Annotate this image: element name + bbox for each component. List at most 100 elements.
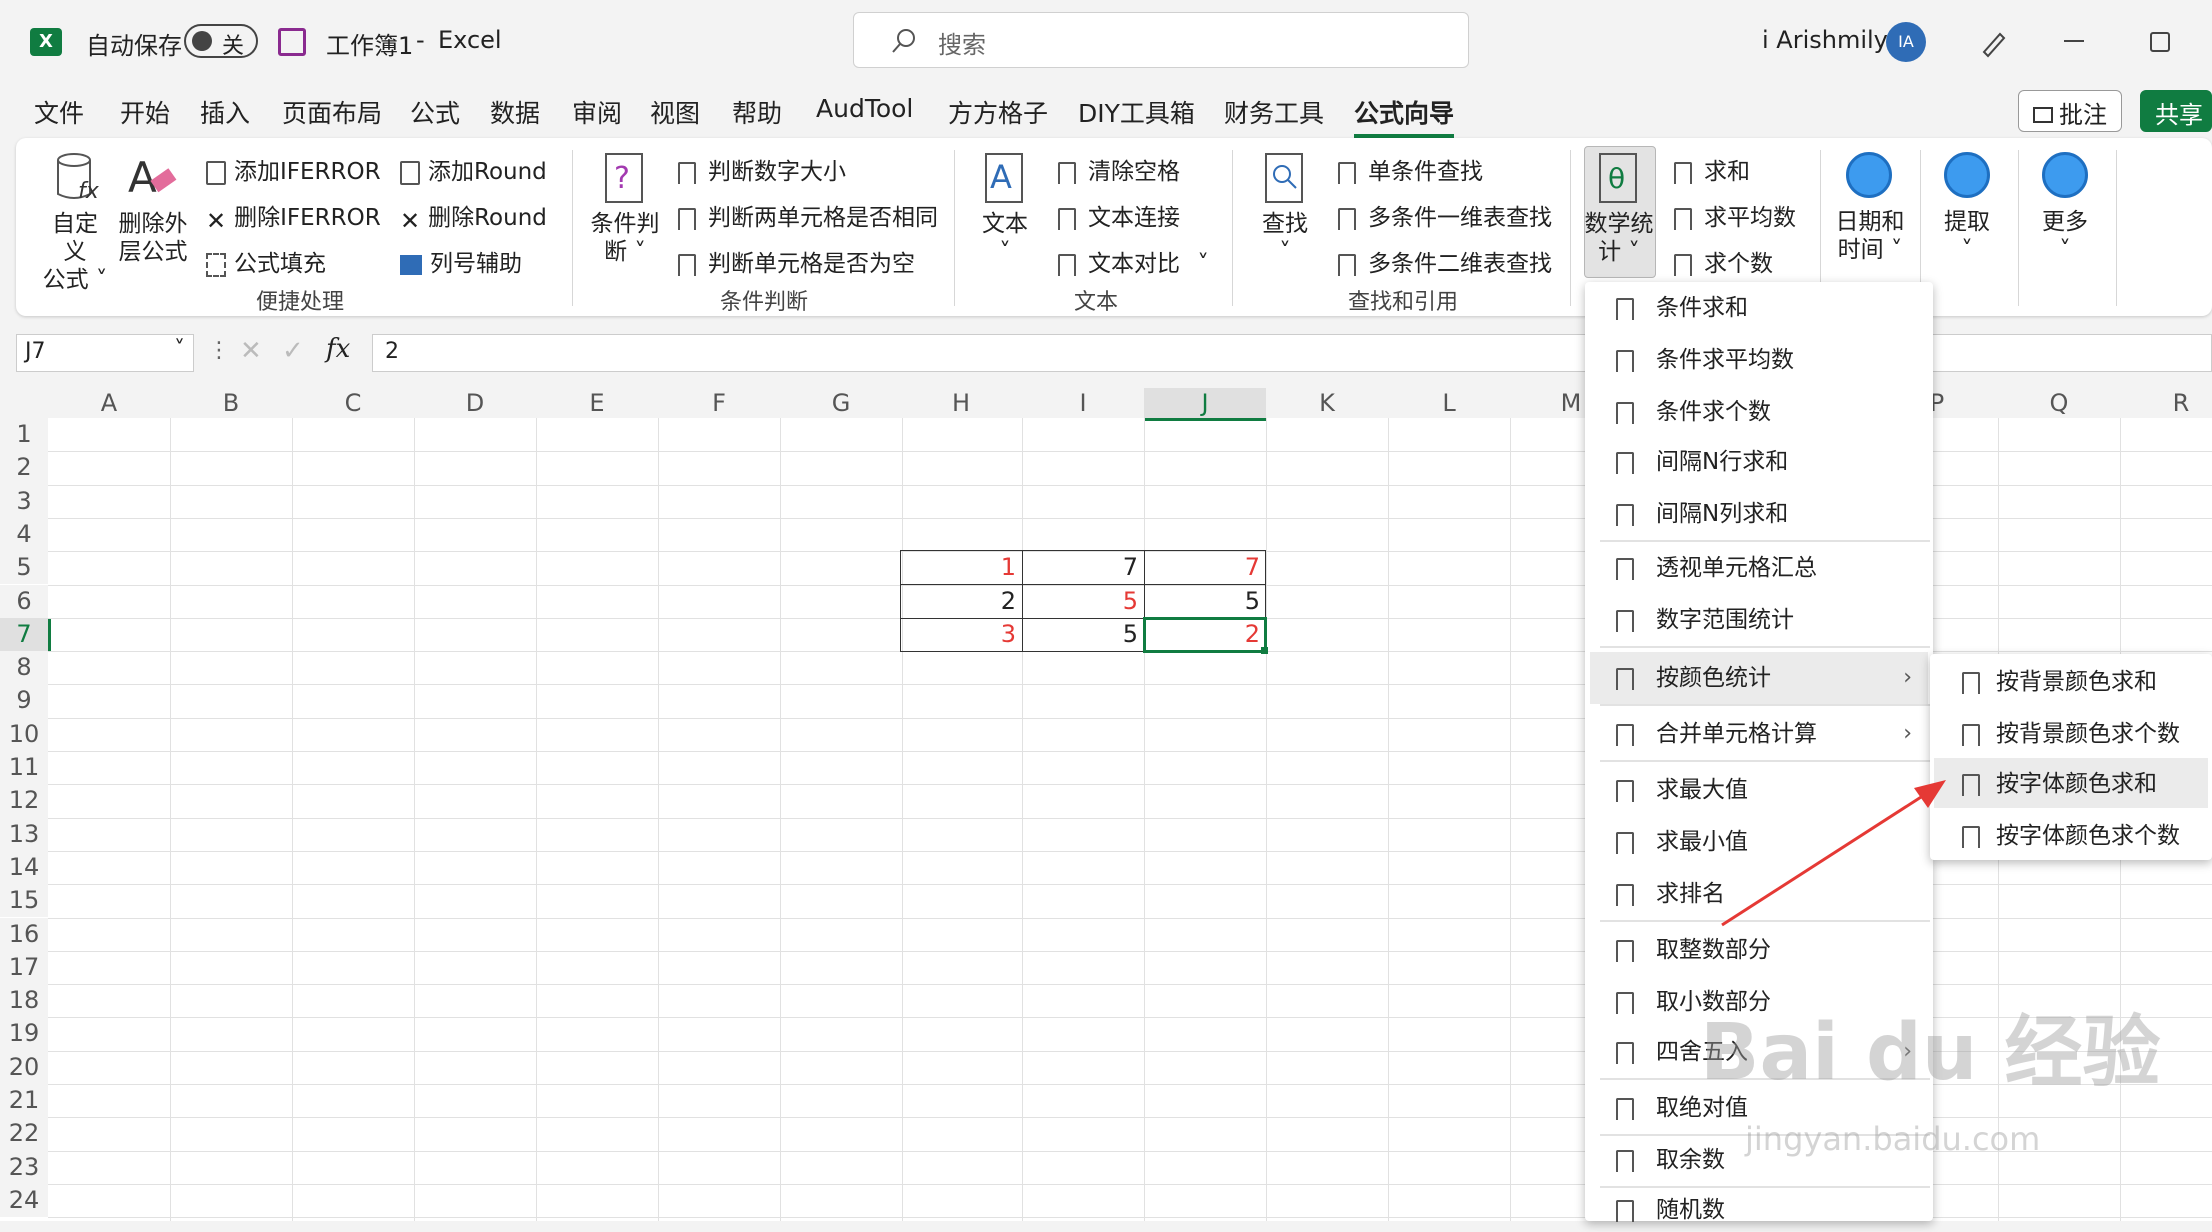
compare-numbers-button[interactable]: 判断数字大小 [678, 152, 846, 186]
add-iferror-button[interactable]: 添加IFERROR [206, 152, 381, 186]
column-header-c[interactable]: C [292, 388, 414, 418]
row-header-23[interactable]: 23 [0, 1150, 48, 1184]
column-helper-button[interactable]: 列号辅助 [400, 244, 522, 278]
submenu-item-0[interactable]: 按背景颜色求和 [1944, 660, 2204, 704]
row-header-20[interactable]: 20 [0, 1050, 48, 1084]
formula-fill-button[interactable]: 公式填充 [206, 244, 326, 278]
condition-button[interactable]: 条件判 断 ˅ [590, 210, 660, 266]
row-header-17[interactable]: 17 [0, 950, 48, 985]
chevron-down-icon[interactable]: ˅ [174, 337, 185, 362]
add-round-button[interactable]: 添加Round [400, 152, 547, 186]
tab-formula-wizard[interactable]: 公式向导 [1354, 94, 1455, 138]
custom-formula-button[interactable]: 自定义 公式 ˅ [42, 210, 108, 294]
column-header-r[interactable]: R [2120, 388, 2212, 418]
fx-icon[interactable]: fx [326, 334, 350, 364]
row-header-7[interactable]: 7 [0, 617, 51, 652]
search-box[interactable]: 搜索 [853, 12, 1469, 68]
count-button[interactable]: 求个数 [1674, 244, 1773, 278]
column-header-f[interactable]: F [658, 388, 780, 418]
row-header-14[interactable]: 14 [0, 850, 48, 885]
row-header-9[interactable]: 9 [0, 684, 48, 718]
more-button[interactable]: 更多 ˅ [2030, 208, 2100, 264]
row-header-18[interactable]: 18 [0, 984, 48, 1018]
row-header-6[interactable]: 6 [0, 584, 48, 618]
dropdown-item-2[interactable]: 条件求个数 [1600, 390, 1930, 434]
dropdown-item-5[interactable]: 透视单元格汇总 [1600, 546, 1930, 590]
column-header-l[interactable]: L [1388, 388, 1510, 418]
dropdown-item-8[interactable]: 合并单元格计算 › [1600, 712, 1930, 756]
column-header-g[interactable]: G [780, 388, 902, 418]
multi-1d-lookup-button[interactable]: 多条件一维表查找 [1338, 198, 1552, 232]
row-header-8[interactable]: 8 [0, 651, 48, 685]
tab-formulas[interactable]: 公式 [410, 94, 460, 130]
submenu-item-3[interactable]: 按字体颜色求个数 [1944, 814, 2204, 858]
dropdown-item-1[interactable]: 条件求平均数 [1600, 338, 1930, 382]
share-button[interactable]: 共享 [2140, 90, 2212, 132]
row-header-4[interactable]: 4 [0, 517, 48, 552]
column-header-j[interactable]: J [1144, 388, 1266, 421]
cancel-icon[interactable]: ✕ [240, 336, 262, 366]
minimize-icon[interactable] [2064, 40, 2084, 42]
dropdown-item-4[interactable]: 间隔N列求和 [1600, 492, 1930, 536]
tab-view[interactable]: 视图 [650, 94, 700, 130]
confirm-icon[interactable]: ✓ [282, 336, 304, 366]
fill-handle[interactable] [1261, 647, 1268, 654]
row-header-19[interactable]: 19 [0, 1017, 48, 1051]
autosave-toggle[interactable]: 关 [184, 24, 258, 59]
remove-iferror-button[interactable]: ✕ 删除IFERROR [206, 198, 381, 235]
avatar[interactable]: IA [1886, 22, 1926, 62]
select-all-corner[interactable] [0, 388, 48, 418]
average-button[interactable]: 求平均数 [1674, 198, 1796, 232]
check-empty-button[interactable]: 判断单元格是否为空 [678, 244, 915, 278]
row-header-16[interactable]: 16 [0, 917, 48, 951]
text-join-button[interactable]: 文本连接 [1058, 198, 1180, 232]
tab-file[interactable]: 文件 [34, 94, 84, 130]
tab-home[interactable]: 开始 [120, 94, 170, 130]
column-header-h[interactable]: H [900, 388, 1022, 418]
column-header-a[interactable]: A [48, 388, 170, 418]
more-options-icon[interactable]: ⋮ [208, 338, 230, 363]
row-header-15[interactable]: 15 [0, 884, 48, 918]
name-box[interactable]: J7 ˅ [16, 334, 194, 372]
dropdown-item-17[interactable]: 随机数 [1600, 1188, 1930, 1232]
remove-outer-formula-button[interactable]: 删除外 层公式 [118, 210, 188, 266]
tab-insert[interactable]: 插入 [200, 94, 250, 130]
row-header-5[interactable]: 5 [0, 551, 48, 585]
compare-cells-button[interactable]: 判断两单元格是否相同 [678, 198, 938, 232]
formula-input[interactable]: 2 [372, 334, 2212, 372]
tab-data[interactable]: 数据 [490, 94, 540, 130]
submenu-item-1[interactable]: 按背景颜色求个数 [1944, 712, 2204, 756]
dropdown-item-3[interactable]: 间隔N行求和 [1600, 440, 1930, 484]
sum-button[interactable]: 求和 [1674, 152, 1750, 186]
column-header-d[interactable]: D [414, 388, 536, 418]
text-compare-button[interactable]: 文本对比 ˅ [1058, 244, 1209, 278]
datetime-button[interactable]: 日期和 时间 ˅ [1830, 208, 1910, 264]
row-header-10[interactable]: 10 [0, 717, 48, 751]
tab-fangfang[interactable]: 方方格子 [948, 94, 1048, 130]
extract-button[interactable]: 提取 ˅ [1932, 208, 2002, 264]
row-header-3[interactable]: 3 [0, 484, 48, 518]
restore-icon[interactable] [2150, 32, 2170, 52]
column-header-i[interactable]: I [1022, 388, 1144, 418]
row-header-12[interactable]: 12 [0, 784, 48, 818]
column-header-k[interactable]: K [1266, 388, 1388, 418]
remove-round-button[interactable]: ✕ 删除Round [400, 198, 547, 235]
pen-icon[interactable] [1978, 26, 2010, 58]
text-button[interactable]: 文本 ˅ [970, 210, 1040, 266]
tab-review[interactable]: 审阅 [572, 94, 622, 130]
tab-page-layout[interactable]: 页面布局 [282, 94, 382, 130]
row-header-11[interactable]: 11 [0, 751, 48, 785]
row-header-13[interactable]: 13 [0, 817, 48, 851]
row-header-21[interactable]: 21 [0, 1084, 48, 1118]
column-header-q[interactable]: Q [1998, 388, 2120, 418]
dropdown-item-0[interactable]: 条件求和 [1600, 286, 1930, 330]
lookup-button[interactable]: 查找 ˅ [1250, 210, 1320, 266]
tab-audtool[interactable]: AudTool [816, 94, 913, 123]
dropdown-item-7[interactable]: 按颜色统计 › [1600, 656, 1930, 700]
column-header-e[interactable]: E [536, 388, 658, 418]
row-header-2[interactable]: 2 [0, 451, 48, 485]
dropdown-item-6[interactable]: 数字范围统计 [1600, 598, 1930, 642]
math-stats-button[interactable]: 数学统 计 ˅ [1584, 210, 1654, 266]
column-header-b[interactable]: B [170, 388, 292, 418]
row-header-24[interactable]: 24 [0, 1183, 48, 1218]
